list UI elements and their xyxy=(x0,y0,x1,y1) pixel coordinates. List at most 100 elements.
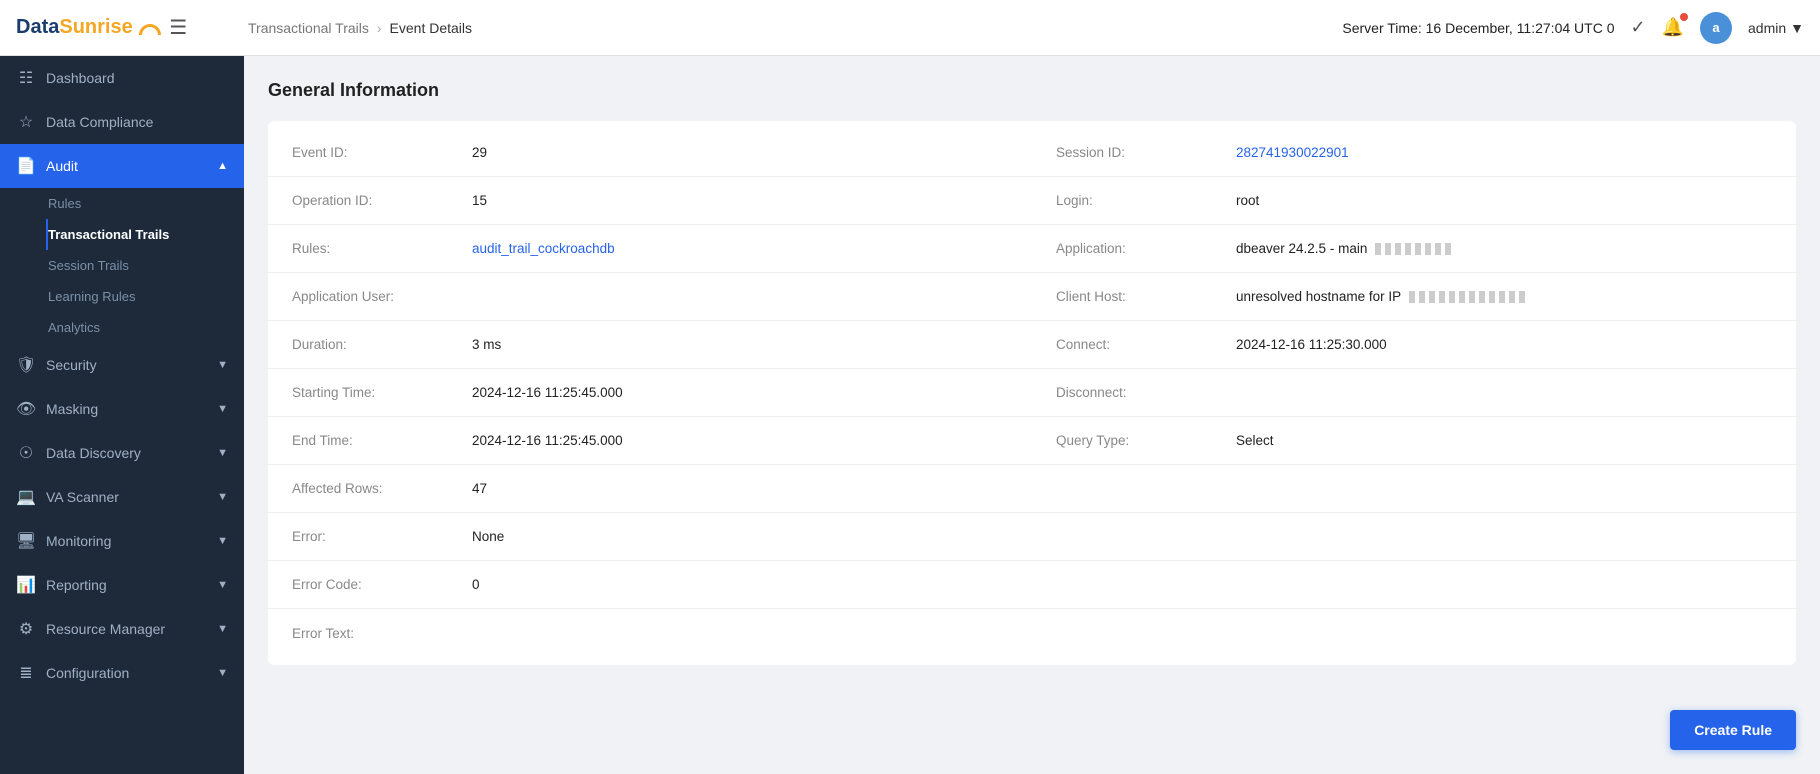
sidebar-item-data-discovery[interactable]: ☉ Data Discovery ▼ xyxy=(0,431,244,475)
sidebar-item-masking[interactable]: 👁 Masking ▼ xyxy=(0,387,244,431)
rules-value[interactable]: audit_trail_cockroachdb xyxy=(472,241,615,256)
security-chevron-icon: ▼ xyxy=(217,359,228,371)
section-title: General Information xyxy=(268,80,1796,101)
disconnect-label: Disconnect: xyxy=(1056,385,1236,400)
affected-rows-cell: Affected Rows: 47 xyxy=(268,465,1032,512)
app-body: ☷ Dashboard ☆ Data Compliance 📄 Audit ▲ … xyxy=(0,56,1820,774)
sidebar-label-data-discovery: Data Discovery xyxy=(46,445,207,461)
configuration-icon: ≣ xyxy=(16,663,36,683)
audit-submenu: Rules Transactional Trails Session Trail… xyxy=(0,188,244,343)
operation-id-label: Operation ID: xyxy=(292,193,472,208)
transactional-trails-label: Transactional Trails xyxy=(48,227,169,242)
application-label: Application: xyxy=(1056,241,1236,256)
error-text-cell: Error Text: xyxy=(268,609,1032,657)
table-row: Application User: Client Host: unresolve… xyxy=(268,273,1796,321)
client-host-value: unresolved hostname for IP xyxy=(1236,289,1529,304)
breadcrumb-separator: › xyxy=(377,20,382,36)
resource-manager-chevron-icon: ▼ xyxy=(217,623,228,635)
end-time-value: 2024-12-16 11:25:45.000 xyxy=(472,433,623,448)
disconnect-cell: Disconnect: xyxy=(1032,369,1796,416)
sidebar-item-audit[interactable]: 📄 Audit ▲ xyxy=(0,144,244,188)
login-label: Login: xyxy=(1056,193,1236,208)
bell-icon[interactable]: 🔔 xyxy=(1662,17,1684,38)
monitoring-icon: 🖥 xyxy=(16,531,36,551)
avatar[interactable]: a xyxy=(1700,12,1732,44)
table-row: Duration: 3 ms Connect: 2024-12-16 11:25… xyxy=(268,321,1796,369)
sidebar-item-learning-rules[interactable]: Learning Rules xyxy=(46,281,244,312)
duration-value: 3 ms xyxy=(472,337,501,352)
sidebar-item-resource-manager[interactable]: ⚙ Resource Manager ▼ xyxy=(0,607,244,651)
masking-chevron-icon: ▼ xyxy=(217,403,228,415)
header: DataSunrise ☰ Transactional Trails › Eve… xyxy=(0,0,1820,56)
sidebar-item-configuration[interactable]: ≣ Configuration ▼ xyxy=(0,651,244,695)
rules-label: Rules xyxy=(48,196,81,211)
sidebar-item-transactional-trails[interactable]: Transactional Trails xyxy=(46,219,244,250)
create-rule-button[interactable]: Create Rule xyxy=(1670,710,1796,750)
error-text-right xyxy=(1032,609,1796,657)
sidebar-item-analytics[interactable]: Analytics xyxy=(46,312,244,343)
starting-time-value: 2024-12-16 11:25:45.000 xyxy=(472,385,623,400)
table-row: Affected Rows: 47 xyxy=(268,465,1796,513)
logo-sunrise: Sunrise xyxy=(59,16,132,38)
error-value: None xyxy=(472,529,504,544)
server-time-value: 16 December, 11:27:04 UTC 0 xyxy=(1426,20,1615,36)
sidebar-item-reporting[interactable]: 📊 Reporting ▼ xyxy=(0,563,244,607)
operation-id-value: 15 xyxy=(472,193,487,208)
audit-chevron-icon: ▲ xyxy=(217,160,228,172)
query-type-cell: Query Type: Select xyxy=(1032,417,1796,464)
menu-icon[interactable]: ☰ xyxy=(169,15,187,40)
error-code-label: Error Code: xyxy=(292,577,472,592)
sidebar-item-monitoring[interactable]: 🖥 Monitoring ▼ xyxy=(0,519,244,563)
operation-id-cell: Operation ID: 15 xyxy=(268,177,1032,224)
chevron-down-icon: ▼ xyxy=(1790,20,1804,36)
application-value: dbeaver 24.2.5 - main xyxy=(1236,241,1455,256)
sidebar-item-dashboard[interactable]: ☷ Dashboard xyxy=(0,56,244,100)
main-content: General Information Event ID: 29 Session… xyxy=(244,56,1820,774)
logo-data: Data xyxy=(16,16,59,38)
end-time-label: End Time: xyxy=(292,433,472,448)
server-time: Server Time: 16 December, 11:27:04 UTC 0 xyxy=(1342,20,1614,36)
client-host-blur xyxy=(1409,291,1529,303)
session-id-value[interactable]: 282741930022901 xyxy=(1236,145,1349,160)
breadcrumb-current: Event Details xyxy=(390,20,472,36)
affected-rows-label: Affected Rows: xyxy=(292,481,472,496)
app-user-cell: Application User: xyxy=(268,273,1032,320)
reporting-chevron-icon: ▼ xyxy=(217,579,228,591)
sidebar-label-data-compliance: Data Compliance xyxy=(46,114,228,130)
connect-cell: Connect: 2024-12-16 11:25:30.000 xyxy=(1032,321,1796,368)
sidebar-item-data-compliance[interactable]: ☆ Data Compliance xyxy=(0,100,244,144)
event-id-value: 29 xyxy=(472,145,487,160)
username: admin xyxy=(1748,20,1786,36)
table-row: Error Code: 0 xyxy=(268,561,1796,609)
checkmark-icon[interactable]: ✓ xyxy=(1630,17,1645,38)
breadcrumb: Transactional Trails › Event Details xyxy=(216,20,1342,36)
resource-manager-icon: ⚙ xyxy=(16,619,36,639)
query-type-label: Query Type: xyxy=(1056,433,1236,448)
connect-value: 2024-12-16 11:25:30.000 xyxy=(1236,337,1387,352)
logo-text: DataSunrise xyxy=(16,16,161,39)
starting-time-cell: Starting Time: 2024-12-16 11:25:45.000 xyxy=(268,369,1032,416)
notification-badge xyxy=(1680,13,1688,21)
sidebar-item-security[interactable]: 🛡 Security ▼ xyxy=(0,343,244,387)
application-blur xyxy=(1375,243,1455,255)
sidebar-item-rules[interactable]: Rules xyxy=(46,188,244,219)
user-menu[interactable]: admin ▼ xyxy=(1748,20,1804,36)
client-host-label: Client Host: xyxy=(1056,289,1236,304)
sidebar-label-audit: Audit xyxy=(46,158,207,174)
event-id-label: Event ID: xyxy=(292,145,472,160)
sidebar-item-session-trails[interactable]: Session Trails xyxy=(46,250,244,281)
error-code-right xyxy=(1032,561,1796,608)
data-discovery-chevron-icon: ▼ xyxy=(217,447,228,459)
dashboard-icon: ☷ xyxy=(16,68,36,88)
sidebar-label-security: Security xyxy=(46,357,207,373)
sidebar-item-va-scanner[interactable]: 💻 VA Scanner ▼ xyxy=(0,475,244,519)
info-grid: Event ID: 29 Session ID: 282741930022901… xyxy=(268,121,1796,665)
affected-rows-right xyxy=(1032,465,1796,512)
starting-time-label: Starting Time: xyxy=(292,385,472,400)
sidebar-label-masking: Masking xyxy=(46,401,207,417)
breadcrumb-parent[interactable]: Transactional Trails xyxy=(248,20,369,36)
end-time-cell: End Time: 2024-12-16 11:25:45.000 xyxy=(268,417,1032,464)
logo-arc-icon xyxy=(139,24,161,35)
table-row: Error: None xyxy=(268,513,1796,561)
server-time-label: Server Time: xyxy=(1342,20,1421,36)
